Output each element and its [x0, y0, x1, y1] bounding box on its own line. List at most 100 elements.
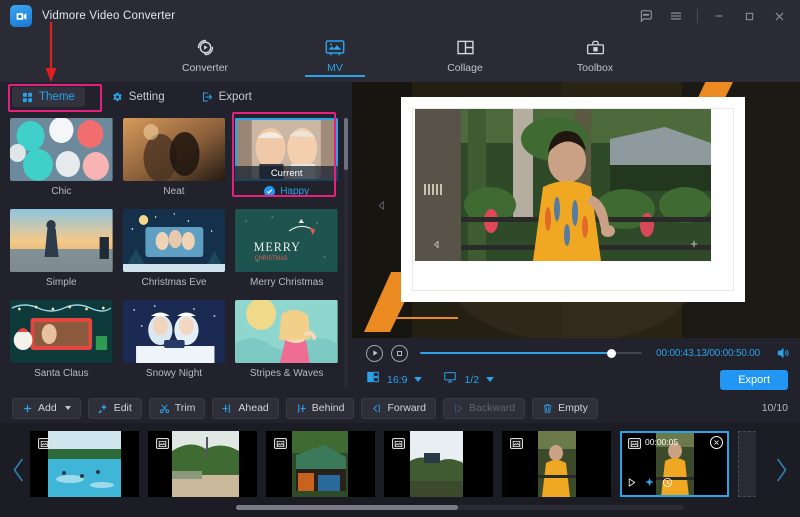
theme-card-neat[interactable]: Neat	[123, 118, 226, 201]
storyboard-clip-5[interactable]	[502, 431, 611, 497]
sparkle-icon[interactable]	[644, 475, 655, 493]
seek-fill	[420, 352, 611, 355]
subtab-setting[interactable]: Setting	[101, 87, 175, 107]
close-icon[interactable]	[764, 0, 794, 32]
nav-tab-converter[interactable]: Converter	[157, 32, 253, 74]
edit-button[interactable]: Edit	[88, 398, 142, 419]
nav-tab-toolbox-label: Toolbox	[577, 62, 613, 74]
minimize-icon[interactable]	[704, 0, 734, 32]
subtab-theme[interactable]: Theme	[12, 87, 85, 107]
theme-card-happy[interactable]: Current Happy	[235, 118, 338, 201]
storyboard-clip-4[interactable]	[384, 431, 493, 497]
clip-storyboard: 00:00:05	[0, 423, 800, 517]
export-button[interactable]: Export	[720, 370, 788, 390]
theme-thumbnail	[10, 118, 113, 181]
screen-scale-caret-icon[interactable]	[486, 377, 494, 382]
svg-text:MERRY: MERRY	[254, 240, 301, 254]
theme-label: Christmas Eve	[123, 272, 226, 292]
theme-thumbnail	[123, 209, 226, 272]
theme-card-stripes-waves[interactable]: Stripes & Waves	[235, 300, 338, 383]
scrollbar-thumb[interactable]	[236, 505, 458, 510]
stop-square-icon[interactable]	[391, 345, 408, 362]
annotation-arrow	[44, 22, 58, 84]
speaker-icon[interactable]	[776, 346, 790, 360]
preview-add-icon[interactable]	[689, 236, 699, 254]
trim-button[interactable]: Trim	[149, 398, 206, 419]
empty-button[interactable]: Empty	[532, 398, 598, 419]
add-button[interactable]: Add	[12, 398, 81, 419]
chevron-down-icon[interactable]	[65, 406, 71, 410]
subtab-export-label: Export	[219, 91, 252, 103]
theme-card-chic[interactable]: Chic	[10, 118, 113, 201]
window-controls	[631, 0, 800, 32]
theme-card-snowy-night[interactable]: Snowy Night	[123, 300, 226, 383]
gear-icon	[111, 91, 123, 103]
theme-card-santa-claus[interactable]: Santa Claus	[10, 300, 113, 383]
theme-card-merry-christmas[interactable]: MERRY CHRISTMAS Merry Christmas	[235, 209, 338, 292]
storyboard-clip-3[interactable]	[266, 431, 375, 497]
theme-list-scrollbar[interactable]	[344, 118, 348, 388]
play-circle-icon[interactable]	[366, 345, 383, 362]
seek-knob[interactable]	[607, 349, 616, 358]
nav-tab-mv-label: MV	[327, 62, 343, 74]
time-display: 00:00:43.13/00:00:50.00	[656, 348, 760, 359]
theme-card-simple[interactable]: Simple	[10, 209, 113, 292]
video-preview	[352, 82, 800, 338]
theme-label: Neat	[123, 181, 226, 201]
decor-accent-hline	[390, 317, 458, 319]
maximize-icon[interactable]	[734, 0, 764, 32]
nav-tab-collage[interactable]: Collage	[417, 32, 513, 74]
nav-tab-toolbox[interactable]: Toolbox	[547, 32, 643, 74]
clip-action-toolbar: Add Edit Trim Ahead Behind	[0, 393, 800, 423]
storyboard-clip-6[interactable]: 00:00:05	[620, 431, 729, 497]
subtab-export[interactable]: Export	[191, 87, 262, 107]
aspect-ratio-caret-icon[interactable]	[414, 377, 422, 382]
empty-button-label: Empty	[558, 402, 588, 414]
image-placeholder-icon	[38, 438, 51, 449]
export-arrow-icon	[201, 91, 213, 103]
close-circle-icon[interactable]	[710, 436, 723, 449]
preview-prev-arrow-icon[interactable]	[432, 236, 441, 254]
control-divider	[697, 9, 698, 23]
plus-icon	[22, 403, 33, 414]
current-theme-badge: Current	[235, 166, 338, 181]
trash-icon	[542, 403, 553, 414]
storyboard-prev-icon[interactable]	[10, 457, 28, 488]
clock-icon[interactable]	[662, 475, 673, 493]
application-window: Vidmore Video Converter	[0, 0, 800, 517]
image-placeholder-icon	[510, 438, 523, 449]
scrollbar-thumb[interactable]	[344, 118, 348, 170]
seek-slider[interactable]	[420, 346, 642, 360]
scissors-icon	[159, 403, 170, 414]
storyboard-clip-1[interactable]	[30, 431, 139, 497]
image-placeholder-icon	[156, 438, 169, 449]
theme-panel: Theme Setting Export	[0, 82, 352, 393]
storyboard-clip-2[interactable]	[148, 431, 257, 497]
ahead-button[interactable]: Ahead	[212, 398, 278, 419]
storyboard-next-icon[interactable]	[772, 457, 790, 488]
monitor-icon[interactable]	[443, 370, 457, 389]
storyboard-scrollbar[interactable]	[236, 505, 684, 510]
theme-thumbnail	[10, 300, 113, 363]
insert-behind-icon	[296, 403, 307, 414]
feedback-icon[interactable]	[631, 0, 661, 32]
play-triangle-icon[interactable]	[626, 475, 637, 493]
nav-tab-mv[interactable]: MV	[287, 32, 383, 74]
clip-tool-icons	[626, 475, 673, 493]
tv-photo-icon	[324, 35, 346, 59]
behind-button[interactable]: Behind	[286, 398, 355, 419]
hamburger-menu-icon[interactable]	[661, 0, 691, 32]
selected-check-icon	[264, 186, 275, 197]
aspect-ratio-value[interactable]: 16:9	[387, 374, 407, 386]
theme-label: Stripes & Waves	[235, 363, 338, 383]
theme-card-christmas-eve[interactable]: Christmas Eve	[123, 209, 226, 292]
player-transport-row: 00:00:43.13/00:00:50.00	[352, 340, 800, 366]
screen-scale-value[interactable]: 1/2	[464, 374, 479, 386]
storyboard-add-slot[interactable]	[738, 431, 756, 497]
aspect-ratio-icon[interactable]	[366, 370, 380, 389]
backward-button[interactable]: Backward	[443, 398, 525, 419]
backward-button-label: Backward	[469, 402, 515, 414]
preview-collapse-chevron-icon[interactable]	[376, 198, 387, 216]
forward-button[interactable]: Forward	[361, 398, 436, 419]
magic-wand-icon	[98, 403, 109, 414]
